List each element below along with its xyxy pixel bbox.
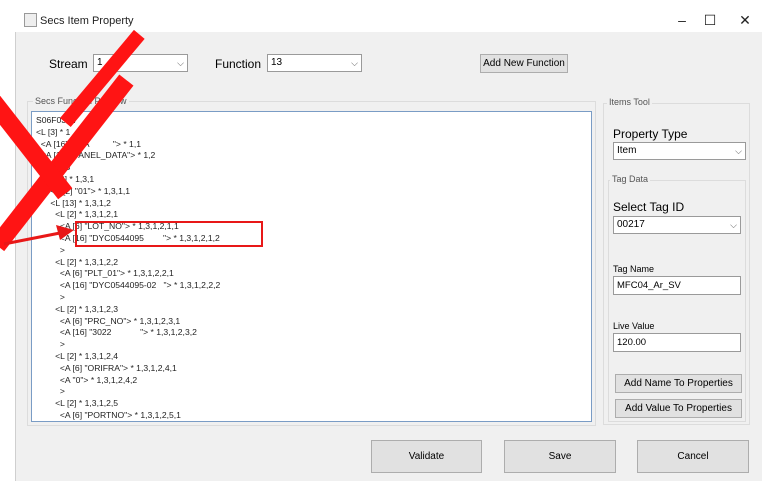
preview-line: <L [2] * 1,3,1,2,4: [36, 350, 119, 361]
preview-line: <A [16] "DYC0544095-02 "> * 1,3,1,2,2,2: [36, 280, 221, 291]
chevron-down-icon: ⌵: [177, 58, 184, 68]
select-tag-id-label: Select Tag ID: [613, 200, 685, 214]
tag-data-title: Tag Data: [610, 174, 651, 184]
close-icon[interactable]: ✕: [725, 10, 762, 30]
preview-line: <L [3] * 1: [36, 126, 71, 137]
maximize-icon[interactable]: ☐: [690, 10, 730, 30]
preview-line: <L [2] * 1,3,1,2,5: [36, 398, 119, 409]
function-value: 13: [271, 57, 283, 68]
property-type-select[interactable]: Item ⌵: [613, 142, 746, 160]
secs-function-preview[interactable]: S06F03 W <L [3] * 1 <A [16] "ELA "> * 1,1…: [31, 111, 592, 422]
cancel-button[interactable]: Cancel: [637, 440, 749, 473]
select-tag-id-select[interactable]: 00217 ⌵: [613, 216, 741, 234]
add-new-function-button[interactable]: Add New Function: [480, 54, 568, 73]
live-value-field[interactable]: 120.00: [613, 333, 741, 352]
chevron-down-icon: ⌵: [735, 146, 742, 156]
select-tag-id-value: 00217: [617, 219, 645, 230]
preview-line: <A [6] "PRC_NO"> * 1,3,1,2,3,1: [36, 315, 181, 326]
validate-button[interactable]: Validate: [371, 440, 482, 473]
property-type-value: Item: [617, 145, 637, 156]
preview-line: >: [36, 291, 65, 302]
add-name-to-properties-button[interactable]: Add Name To Properties: [615, 374, 742, 393]
window-title: Secs Item Property: [40, 15, 134, 27]
preview-line: <A [6] "PLT_01"> * 1,3,1,2,2,1: [36, 268, 174, 279]
function-select[interactable]: 13 ⌵: [267, 54, 362, 72]
tag-name-field[interactable]: MFC04_Ar_SV: [613, 276, 741, 295]
app-icon: [24, 13, 37, 27]
preview-line: <A [6] "ORIFRA"> * 1,3,1,2,4,1: [36, 362, 177, 373]
preview-line: <A "0"> * 1,3,1,2,4,2: [36, 374, 138, 385]
stream-label: Stream: [49, 57, 88, 71]
chevron-down-icon: ⌵: [730, 220, 737, 230]
tag-name-label: Tag Name: [613, 264, 655, 274]
highlight-box: [75, 221, 263, 247]
preview-line: <A [6] "PORTNO"> * 1,3,1,2,5,1: [36, 409, 181, 420]
preview-line: <A [16] "3022 "> * 1,3,1,2,3,2: [36, 327, 197, 338]
live-value-label: Live Value: [613, 321, 655, 331]
save-button[interactable]: Save: [504, 440, 616, 473]
arrow-shaft: [3, 231, 61, 246]
chevron-down-icon: ⌵: [351, 58, 358, 68]
property-type-label: Property Type: [613, 127, 688, 141]
arrowhead: [56, 225, 74, 240]
preview-line: <L [13] * 1,3,1,2: [36, 197, 111, 208]
preview-line: >: [36, 386, 65, 397]
function-label: Function: [215, 57, 262, 71]
items-tool-title: Items Tool: [607, 97, 652, 107]
preview-line: >: [36, 339, 65, 350]
add-value-to-properties-button[interactable]: Add Value To Properties: [615, 399, 742, 418]
preview-line: <L [2] * 1,3,1,2,3: [36, 303, 119, 314]
arrow-annotation: [3, 225, 74, 246]
